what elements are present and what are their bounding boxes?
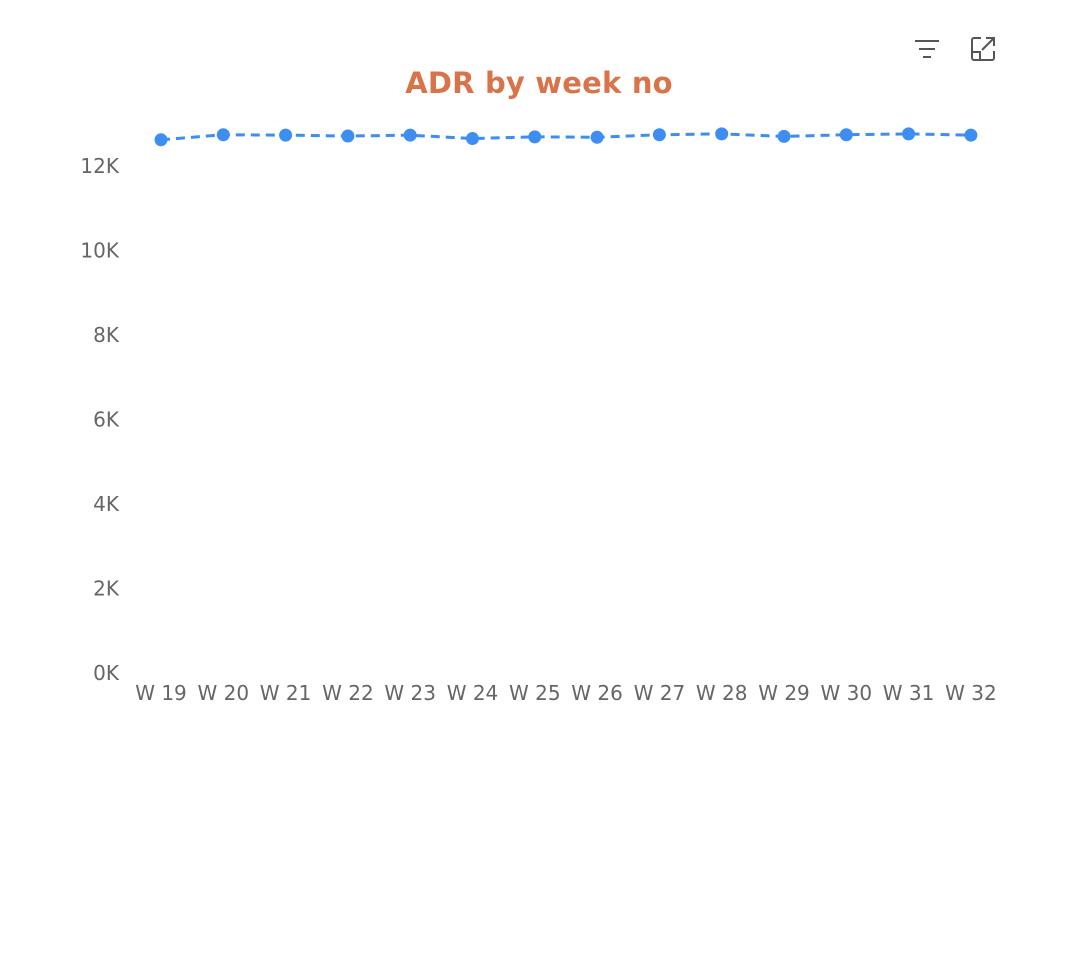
data-point[interactable] — [466, 132, 479, 146]
data-point[interactable] — [590, 130, 604, 144]
data-point[interactable] — [777, 129, 791, 143]
x-tick-label: W 21 — [260, 681, 312, 705]
y-tick-label: 8K — [93, 323, 120, 347]
x-tick-label: W 32 — [945, 681, 997, 705]
x-tick-label: W 26 — [571, 681, 623, 705]
data-point[interactable] — [279, 128, 293, 142]
y-tick-label: 12K — [80, 154, 119, 178]
data-point[interactable] — [216, 128, 230, 142]
x-tick-label: W 19 — [135, 681, 187, 705]
data-point[interactable] — [902, 127, 916, 141]
x-tick-label: W 30 — [821, 681, 873, 705]
line-chart: 0K 2K 4K 6K 8K 10K 12K W 19 W 20 W 21 W 22 W 23 W 24… — [80, 127, 997, 705]
data-point[interactable] — [341, 129, 355, 143]
x-tick-label: W 20 — [198, 681, 250, 705]
data-point[interactable] — [403, 128, 417, 142]
x-tick-label: W 29 — [758, 681, 810, 705]
y-tick-label: 2K — [93, 577, 120, 601]
data-point[interactable] — [528, 130, 542, 144]
x-tick-label: W 24 — [447, 681, 499, 705]
data-point[interactable] — [839, 128, 853, 142]
y-tick-label: 10K — [80, 239, 119, 263]
x-tick-label: W 28 — [696, 681, 748, 705]
data-point[interactable] — [154, 133, 168, 147]
chart-visual: ADR by week no 0K 2K 4K 6K 8K 10K 12K W 19 W 20 W… — [0, 0, 1088, 970]
data-point[interactable] — [652, 128, 666, 142]
x-tick-label: W 22 — [322, 681, 374, 705]
y-tick-label: 0K — [93, 661, 120, 685]
x-tick-label: W 31 — [883, 681, 935, 705]
x-tick-label: W 27 — [634, 681, 686, 705]
y-tick-label: 6K — [93, 408, 120, 432]
x-tick-label: W 23 — [384, 681, 436, 705]
data-point[interactable] — [964, 128, 978, 142]
y-tick-label: 4K — [93, 492, 120, 516]
x-tick-label: W 25 — [509, 681, 561, 705]
data-point[interactable] — [715, 127, 729, 141]
